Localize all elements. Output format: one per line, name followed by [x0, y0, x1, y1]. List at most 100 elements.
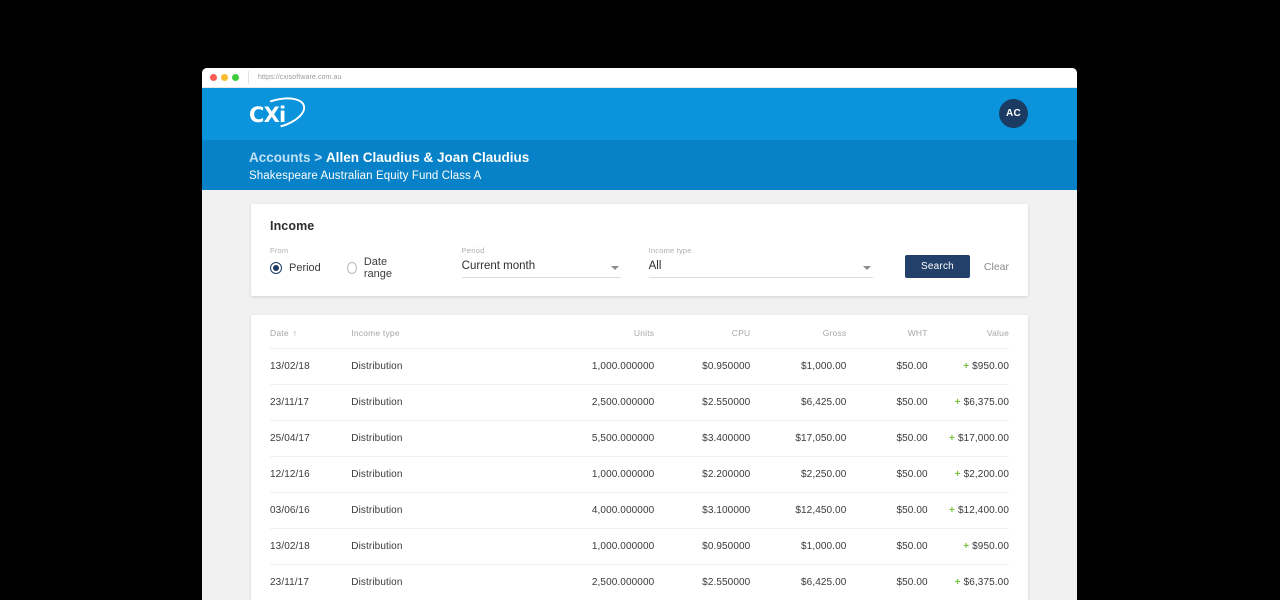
radio-period-label: Period: [289, 262, 321, 274]
cell-cpu: $3.400000: [654, 420, 751, 457]
account-subtitle: Shakespeare Australian Equity Fund Class…: [249, 170, 482, 182]
cxi-logo[interactable]: CXi: [247, 100, 309, 130]
cell-gross: $6,425.00: [750, 564, 847, 600]
income-table-card: Date ↑ Income type Units CPU Gross WHT Va…: [251, 315, 1028, 600]
app-header-primary: CXi AC: [202, 88, 1077, 140]
cell-value: + $950.00: [927, 348, 1009, 385]
cell-wht: $50.00: [846, 348, 928, 385]
table-row[interactable]: 03/06/16 Distribution 4,000.000000 $3.10000…: [270, 492, 1009, 529]
income-type-select-value: All: [648, 258, 874, 278]
income-type-select[interactable]: Income type All: [648, 246, 874, 278]
browser-window: https://cxisoftware.com.au CXi AC Accoun…: [202, 68, 1077, 600]
period-select[interactable]: Period Current month: [461, 246, 621, 278]
cell-type: Distribution: [351, 348, 522, 385]
radio-date-range[interactable]: Date range: [346, 256, 408, 280]
filter-card-title: Income: [270, 219, 315, 233]
cell-date: 12/12/16: [270, 456, 352, 493]
positive-sign-icon: +: [954, 469, 961, 480]
filter-actions: Search Clear: [905, 255, 1009, 278]
breadcrumb: Accounts > Allen Claudius & Joan Claudiu…: [249, 148, 1077, 167]
app-header-secondary: Accounts > Allen Claudius & Joan Claudiu…: [202, 140, 1077, 190]
cell-gross: $1,000.00: [750, 528, 847, 565]
column-header-date-label: Date: [270, 328, 289, 338]
cell-units: 5,500.000000: [521, 420, 655, 457]
income-table-head: Date ↑ Income type Units CPU Gross WHT Va…: [270, 315, 1009, 349]
cell-date: 13/02/18: [270, 348, 352, 385]
cell-wht: $50.00: [846, 384, 928, 421]
table-row[interactable]: 23/11/17 Distribution 2,500.000000 $2.55000…: [270, 564, 1009, 600]
cell-gross: $6,425.00: [750, 384, 847, 421]
income-filter-card: Income From Period Date range Period Cur…: [251, 204, 1028, 296]
table-row[interactable]: 25/04/17 Distribution 5,500.000000 $3.40000…: [270, 420, 1009, 457]
sort-ascending-icon: ↑: [292, 328, 298, 338]
cell-units: 2,500.000000: [521, 564, 655, 600]
cell-cpu: $0.950000: [654, 348, 751, 385]
cell-wht: $50.00: [846, 456, 928, 493]
breadcrumb-accounts-link[interactable]: Accounts: [249, 150, 311, 165]
cell-value: + $12,400.00: [927, 492, 1009, 529]
cell-date: 23/11/17: [270, 384, 352, 421]
from-radio-group: From Period Date range: [270, 246, 434, 280]
chevron-down-icon: [863, 266, 872, 270]
cell-type: Distribution: [351, 528, 522, 565]
table-row[interactable]: 13/02/18 Distribution 1,000.000000 $0.95000…: [270, 348, 1009, 385]
column-header-gross[interactable]: Gross: [750, 315, 847, 349]
chevron-down-icon: [610, 266, 619, 270]
cell-units: 4,000.000000: [521, 492, 655, 529]
column-header-units[interactable]: Units: [521, 315, 655, 349]
cell-cpu: $0.950000: [654, 528, 751, 565]
radio-date-range-icon: [346, 262, 357, 274]
period-select-value: Current month: [461, 258, 621, 278]
column-header-cpu[interactable]: CPU: [654, 315, 751, 349]
column-header-wht[interactable]: WHT: [846, 315, 928, 349]
cell-units: 2,500.000000: [521, 384, 655, 421]
cell-cpu: $2.550000: [654, 564, 751, 600]
positive-sign-icon: +: [963, 361, 970, 372]
income-type-label: Income type: [648, 246, 692, 255]
cell-gross: $2,250.00: [750, 456, 847, 493]
positive-sign-icon: +: [963, 541, 970, 552]
screen-backdrop: https://cxisoftware.com.au CXi AC Accoun…: [0, 0, 1280, 600]
radio-date-range-label: Date range: [363, 256, 392, 280]
cell-gross: $12,450.00: [750, 492, 847, 529]
page-body: Income From Period Date range Period Cur…: [202, 190, 1077, 600]
minimize-window-button[interactable]: [221, 74, 228, 81]
avatar-initials: AC: [1005, 108, 1022, 119]
table-row[interactable]: 13/02/18 Distribution 1,000.000000 $0.95000…: [270, 528, 1009, 565]
income-table: Date ↑ Income type Units CPU Gross WHT Va…: [270, 315, 1009, 600]
radio-period[interactable]: Period: [270, 262, 321, 274]
cell-wht: $50.00: [846, 420, 928, 457]
cell-gross: $1,000.00: [750, 348, 847, 385]
income-table-body: 13/02/18 Distribution 1,000.000000 $0.95000…: [270, 348, 1009, 600]
cell-date: 03/06/16: [270, 492, 352, 529]
table-row[interactable]: 12/12/16 Distribution 1,000.000000 $2.20000…: [270, 456, 1009, 493]
cell-type: Distribution: [351, 456, 522, 493]
cell-gross: $17,050.00: [750, 420, 847, 457]
period-label: Period: [461, 246, 485, 255]
search-button[interactable]: Search: [905, 255, 970, 278]
close-window-button[interactable]: [210, 74, 217, 81]
cell-value-amount: $2,200.00: [963, 469, 1009, 480]
browser-chrome-bar: https://cxisoftware.com.au: [202, 68, 1077, 88]
cell-wht: $50.00: [846, 564, 928, 600]
cell-type: Distribution: [351, 384, 522, 421]
cell-value-amount: $950.00: [972, 541, 1009, 552]
clear-button[interactable]: Clear: [984, 261, 1009, 273]
window-controls: [210, 74, 239, 81]
cell-value-amount: $6,375.00: [963, 397, 1009, 408]
table-row[interactable]: 23/11/17 Distribution 2,500.000000 $2.55000…: [270, 384, 1009, 421]
cell-value: + $17,000.00: [927, 420, 1009, 457]
radio-period-icon: [270, 262, 282, 274]
column-header-income-type[interactable]: Income type: [351, 315, 522, 349]
cell-cpu: $2.550000: [654, 384, 751, 421]
column-header-value[interactable]: Value: [927, 315, 1009, 349]
cell-date: 13/02/18: [270, 528, 352, 565]
address-bar[interactable]: https://cxisoftware.com.au: [248, 71, 1069, 84]
maximize-window-button[interactable]: [232, 74, 239, 81]
cell-wht: $50.00: [846, 528, 928, 565]
positive-sign-icon: +: [948, 505, 955, 516]
avatar[interactable]: AC: [999, 99, 1028, 128]
positive-sign-icon: +: [948, 433, 955, 444]
filter-controls-row: From Period Date range Period Current mo…: [270, 246, 1009, 280]
column-header-date[interactable]: Date ↑: [270, 315, 352, 349]
